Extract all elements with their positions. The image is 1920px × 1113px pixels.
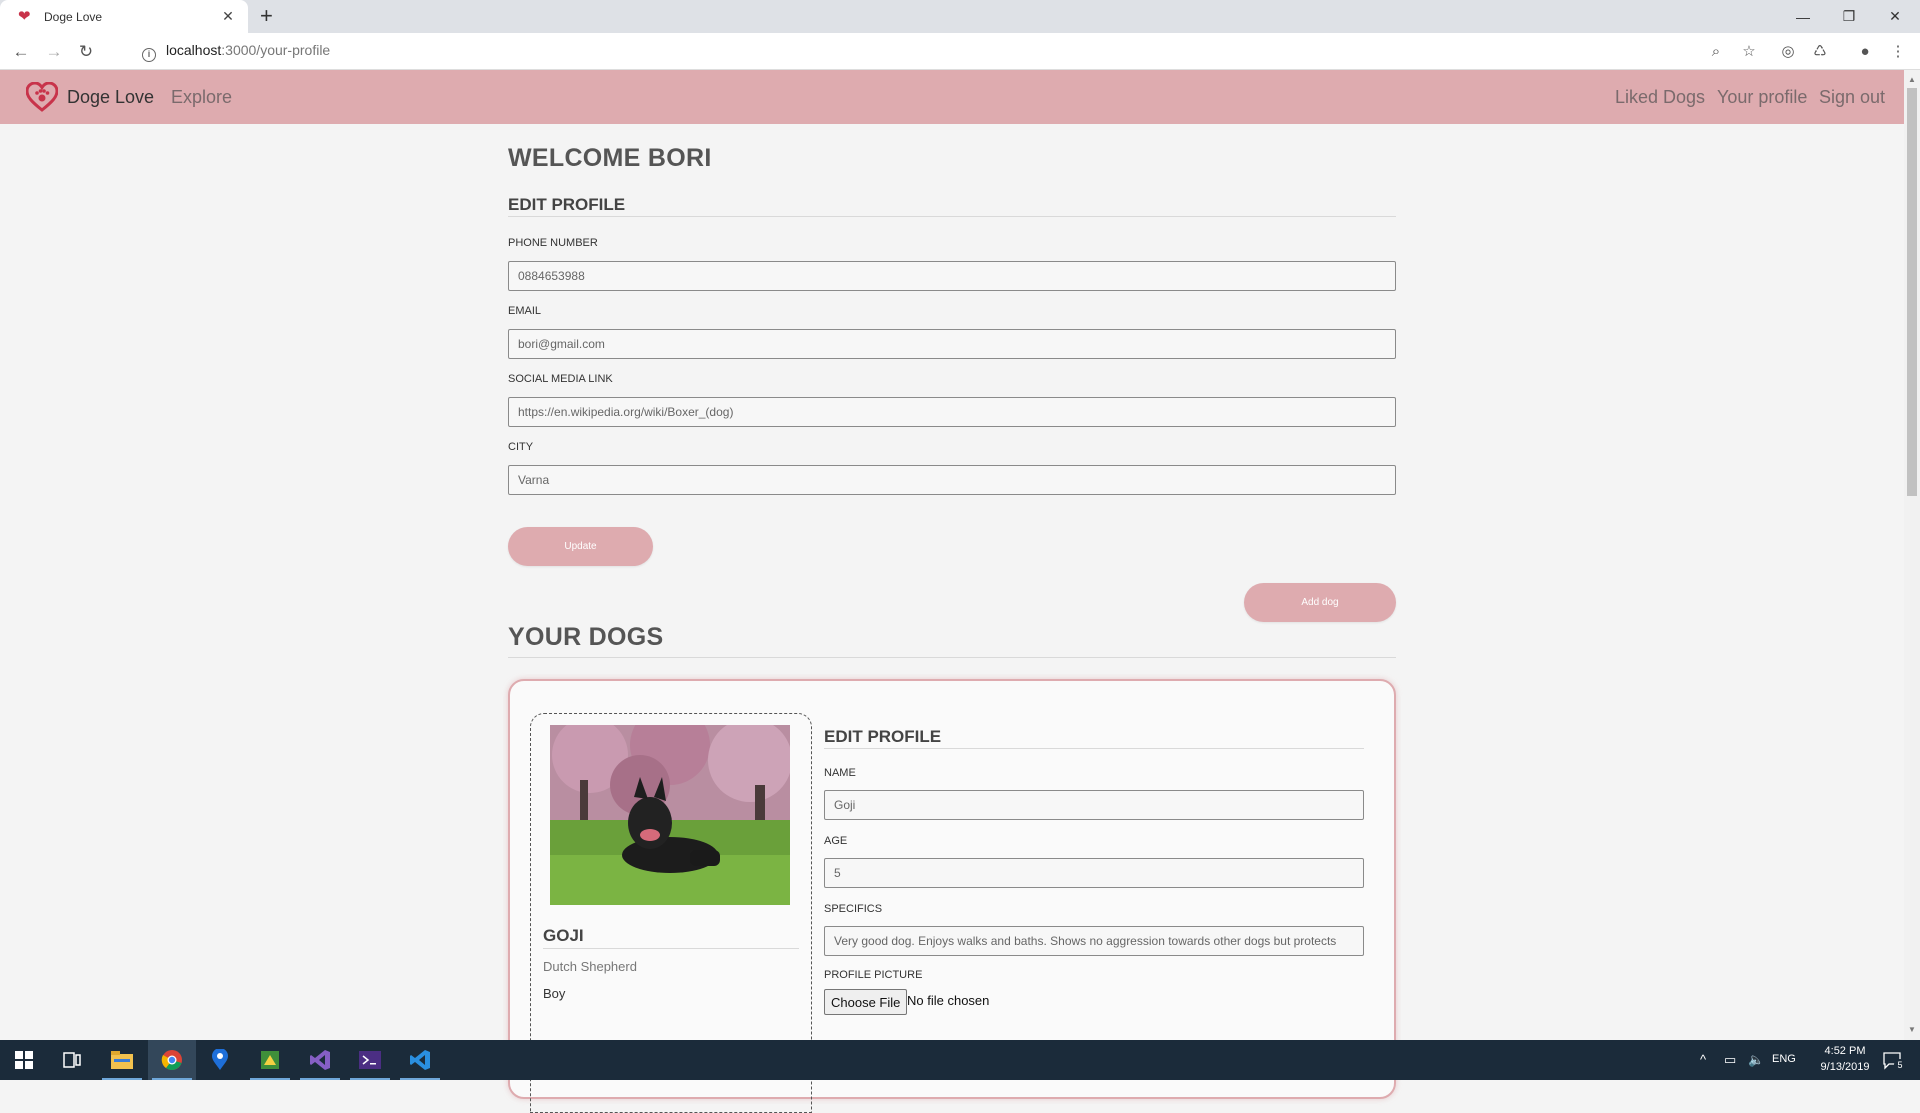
profile-picture-label: PROFILE PICTURE	[824, 969, 923, 981]
email-input[interactable]	[508, 329, 1396, 359]
divider	[508, 216, 1396, 217]
tab-title: Doge Love	[44, 9, 103, 24]
action-center-icon[interactable]: 5	[1882, 1050, 1906, 1071]
close-window-icon[interactable]: ✕	[1872, 0, 1918, 33]
visual-studio-icon[interactable]	[296, 1040, 344, 1080]
scroll-down-icon[interactable]: ▼	[1908, 1025, 1916, 1034]
file-explorer-icon[interactable]	[98, 1040, 146, 1080]
dog-name-input[interactable]	[824, 790, 1364, 820]
forward-icon[interactable]: →	[43, 41, 65, 63]
nav-liked-dogs-link[interactable]: Liked Dogs	[1615, 87, 1705, 108]
nav-your-profile-link[interactable]: Your profile	[1717, 87, 1807, 108]
dog-name-label: NAME	[824, 767, 856, 779]
choose-file-button[interactable]: Choose File	[824, 989, 908, 1015]
divider	[543, 948, 799, 949]
scroll-thumb[interactable]	[1907, 88, 1917, 496]
heart-favicon-icon: ❤	[18, 7, 31, 25]
city-input[interactable]	[508, 465, 1396, 495]
extension-icon[interactable]: ◎	[1778, 42, 1798, 62]
url-field[interactable]: i localhost:3000/your-profile	[142, 42, 330, 62]
volume-icon[interactable]: 🔈	[1748, 1052, 1764, 1068]
url-path: :3000/your-profile	[221, 42, 331, 58]
clock-date[interactable]: 9/13/2019	[1808, 1061, 1882, 1073]
nav-sign-out-link[interactable]: Sign out	[1819, 87, 1885, 108]
screen: ❤ Doge Love ✕ + — ❐ ✕ ← → ↻ i localhost:3…	[0, 0, 1920, 1113]
clock-time[interactable]: 4:52 PM	[1814, 1045, 1876, 1057]
dog-edit-heading: EDIT PROFILE	[824, 727, 942, 746]
dog-specifics-input[interactable]	[824, 926, 1364, 956]
sticky-app-icon[interactable]	[246, 1040, 294, 1080]
extension-puzzle-icon[interactable]: ♺	[1810, 42, 1830, 62]
new-tab-icon[interactable]: +	[260, 5, 273, 27]
show-hidden-icons-icon[interactable]: ^	[1700, 1052, 1706, 1067]
welcome-heading: WELCOME BORI	[508, 144, 712, 172]
address-bar: ← → ↻ i localhost:3000/your-profile ⌕ ☆ ◎…	[0, 33, 1920, 70]
terminal-icon[interactable]	[346, 1040, 394, 1080]
reload-icon[interactable]: ↻	[75, 41, 97, 63]
browser-tab-bar: ❤ Doge Love ✕ + — ❐ ✕	[0, 0, 1920, 33]
dog-name: GOJI	[543, 926, 584, 945]
scroll-up-icon[interactable]: ▲	[1908, 75, 1916, 84]
notification-count: 5	[1894, 1059, 1906, 1071]
dog-specifics-label: SPECIFICS	[824, 903, 883, 915]
maps-icon[interactable]	[196, 1040, 244, 1080]
browser-tab[interactable]: ❤ Doge Love ✕	[0, 0, 248, 33]
phone-input[interactable]	[508, 261, 1396, 291]
dog-card: GOJI Dutch Shepherd Boy EDIT PROFILE NAM…	[508, 679, 1396, 1113]
network-icon[interactable]: ▭	[1724, 1052, 1736, 1068]
divider	[824, 748, 1364, 749]
vscode-icon[interactable]	[396, 1040, 444, 1080]
phone-label: PHONE NUMBER	[508, 237, 598, 249]
dog-age-label: AGE	[824, 835, 848, 847]
windows-taskbar: ^ ▭ 🔈 ENG 4:52 PM 9/13/2019 5	[0, 1040, 1920, 1080]
dog-breed: Dutch Shepherd	[543, 959, 637, 974]
nav-explore-link[interactable]: Explore	[171, 87, 232, 108]
minimize-icon[interactable]: —	[1780, 0, 1826, 33]
divider	[508, 657, 1396, 658]
bookmark-star-icon[interactable]: ☆	[1739, 42, 1759, 62]
social-link-input[interactable]	[508, 397, 1396, 427]
chrome-icon[interactable]	[148, 1040, 196, 1080]
update-button[interactable]: Update	[508, 527, 653, 566]
file-status: No file chosen	[907, 993, 990, 1008]
your-dogs-heading: YOUR DOGS	[508, 623, 664, 651]
edit-profile-heading: EDIT PROFILE	[508, 195, 626, 214]
page-scrollbar[interactable]: ▲ ▼	[1904, 70, 1920, 1040]
zoom-icon[interactable]: ⌕	[1706, 42, 1726, 62]
start-windows-icon[interactable]	[0, 1040, 48, 1080]
restore-icon[interactable]: ❐	[1826, 0, 1872, 33]
dog-age-input[interactable]	[824, 858, 1364, 888]
language-indicator[interactable]: ENG	[1772, 1053, 1796, 1065]
task-view-icon[interactable]	[48, 1040, 96, 1080]
brand-name[interactable]: Doge Love	[67, 87, 154, 108]
dog-gender: Boy	[543, 986, 566, 1001]
paw-heart-logo-icon[interactable]	[26, 82, 58, 112]
social-link-label: SOCIAL MEDIA LINK	[508, 373, 613, 385]
browser-menu-icon[interactable]: ⋮	[1888, 42, 1908, 62]
site-info-icon[interactable]: i	[142, 48, 156, 62]
city-label: CITY	[508, 441, 534, 453]
site-navbar: Doge Love Explore Liked Dogs Your profil…	[0, 70, 1904, 124]
dog-photo	[550, 725, 790, 905]
url-host: localhost	[166, 42, 222, 58]
close-tab-icon[interactable]: ✕	[220, 8, 236, 25]
back-icon[interactable]: ←	[10, 41, 32, 63]
profile-avatar-icon[interactable]: ●	[1855, 42, 1875, 62]
email-label: EMAIL	[508, 305, 542, 317]
add-dog-button[interactable]: Add dog	[1244, 583, 1396, 622]
